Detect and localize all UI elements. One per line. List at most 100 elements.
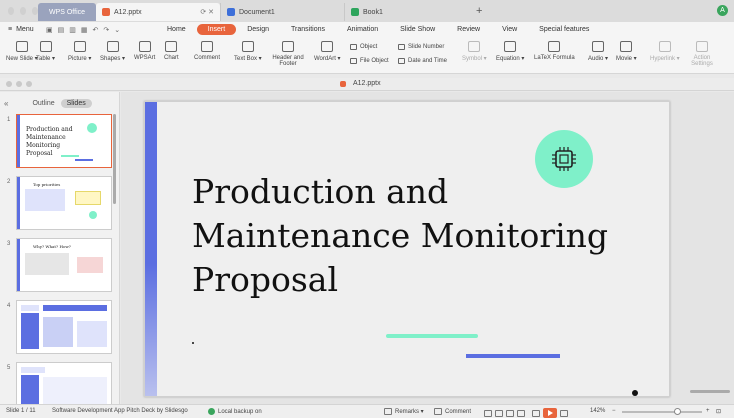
tab-wps-office[interactable]: WPS Office: [38, 3, 96, 21]
chip-badge[interactable]: [535, 130, 593, 188]
tab-animation[interactable]: Animation: [336, 24, 389, 35]
undo-icon[interactable]: ↶: [93, 26, 99, 34]
normal-view-icon[interactable]: [484, 409, 492, 417]
tab-special-features[interactable]: Special features: [528, 24, 600, 35]
slide-title[interactable]: Production and Maintenance Monitoring Pr…: [192, 170, 612, 302]
customize-icon[interactable]: ⌄: [114, 26, 120, 34]
button-label: Chart: [164, 55, 179, 61]
tab-a12-pptx[interactable]: A12.pptx ⟳ ✕: [96, 3, 220, 21]
textbox-button[interactable]: Text Box ▾: [234, 41, 262, 62]
tab-document1[interactable]: Document1: [220, 3, 344, 21]
equation-button[interactable]: Equation ▾: [496, 41, 524, 62]
minimize-window-button[interactable]: [20, 7, 26, 15]
menu-label: Menu: [16, 26, 34, 33]
backup-status[interactable]: Local backup on: [208, 408, 262, 415]
tab-close-icon[interactable]: ⟳ ✕: [200, 8, 214, 16]
hyperlink-button[interactable]: Hyperlink ▾: [650, 41, 680, 62]
theme-name[interactable]: Software Development App Pitch Deck by S…: [52, 408, 188, 414]
date-time-button[interactable]: Date and Time: [398, 58, 447, 64]
picture-button[interactable]: Picture ▾: [68, 41, 91, 62]
print-icon[interactable]: ▥: [69, 26, 76, 34]
table-button[interactable]: Table ▾: [36, 41, 55, 62]
button-label: LaTeX Formula: [534, 55, 575, 61]
new-slide-icon: [15, 41, 28, 52]
comment-button[interactable]: Comment: [194, 41, 220, 61]
collapse-pane-icon[interactable]: «: [4, 99, 8, 108]
new-tab-icon[interactable]: +: [476, 5, 482, 17]
wordart-button[interactable]: WordArt ▾: [314, 41, 341, 62]
slide-thumbnail-5[interactable]: 5: [4, 362, 114, 404]
notes-view-icon[interactable]: [517, 409, 525, 417]
file-object-button[interactable]: File Object: [350, 58, 389, 64]
button-label: Equation ▾: [496, 56, 525, 62]
latex-button[interactable]: LaTeX Formula: [534, 41, 575, 61]
wpsart-button[interactable]: WPSArt: [134, 41, 155, 61]
zoom-level[interactable]: 142%: [590, 408, 605, 414]
zoom-in-icon[interactable]: +: [706, 408, 710, 414]
ribbon-tabs: Home Insert Design Transitions Animation…: [156, 24, 600, 35]
audio-button[interactable]: Audio ▾: [588, 41, 608, 62]
symbol-button[interactable]: Symbol ▾: [462, 41, 487, 62]
slide-thumbnail-4[interactable]: 4: [4, 300, 114, 358]
play-slideshow-button[interactable]: [543, 408, 557, 418]
header-footer-button[interactable]: Header and Footer: [272, 41, 304, 67]
slideshow-settings-icon[interactable]: [532, 409, 540, 417]
movie-button[interactable]: Movie ▾: [616, 41, 637, 62]
chart-button[interactable]: Chart: [164, 41, 179, 61]
close-document-button[interactable]: [6, 81, 12, 87]
reading-view-icon[interactable]: [506, 409, 514, 417]
chip-icon: [552, 147, 576, 171]
thumbnail-sidebar: [21, 375, 39, 404]
fit-window-icon[interactable]: ⊡: [716, 408, 721, 415]
zoom-document-button[interactable]: [26, 81, 32, 87]
export-icon[interactable]: ▤: [58, 26, 65, 34]
tab-label: Book1: [363, 8, 383, 16]
close-window-button[interactable]: [8, 7, 14, 15]
slide-number: 2: [7, 179, 11, 185]
slide-sorter-icon[interactable]: [495, 409, 503, 417]
current-slide[interactable]: Production and Maintenance Monitoring Pr…: [144, 101, 670, 397]
print-preview-icon[interactable]: ▦: [81, 26, 88, 34]
spreadsheet-icon: [351, 8, 359, 16]
comment-toggle[interactable]: Comment: [434, 408, 471, 415]
tab-slides[interactable]: Slides: [60, 98, 92, 108]
canvas-scrollbar[interactable]: [690, 390, 730, 393]
decorative-blue-line: [466, 354, 560, 358]
tab-insert[interactable]: Insert: [196, 24, 237, 35]
menu-button[interactable]: ≡ Menu: [0, 26, 46, 33]
shapes-button[interactable]: Shapes ▾: [100, 41, 125, 62]
avatar[interactable]: A: [717, 5, 728, 16]
tab-slide-show[interactable]: Slide Show: [389, 24, 446, 35]
slide-number-button[interactable]: Slide Number: [398, 44, 444, 50]
minimize-document-button[interactable]: [16, 81, 22, 87]
redo-icon[interactable]: ↷: [103, 26, 109, 34]
thumbnail-header: [43, 305, 107, 311]
presentation-icon: [340, 80, 346, 87]
new-slide-button[interactable]: New Slide ▾: [6, 41, 38, 62]
button-label: File Object: [360, 58, 389, 64]
comment-icon: [201, 41, 213, 52]
zoom-slider-handle[interactable]: [674, 408, 681, 415]
tab-transitions[interactable]: Transitions: [280, 24, 336, 35]
tab-home[interactable]: Home: [156, 24, 197, 35]
slide-thumbnail-1[interactable]: 1 Production and Maintenance Monitoring …: [4, 114, 114, 172]
decorative-black-dot: [632, 390, 638, 396]
tab-view[interactable]: View: [491, 24, 528, 35]
action-settings-button[interactable]: Action Settings: [688, 41, 716, 67]
save-icon[interactable]: ▣: [46, 26, 53, 34]
thumbnails-scrollbar[interactable]: [113, 114, 116, 204]
tab-outline[interactable]: Outline: [26, 99, 60, 108]
tab-label: A12.pptx: [114, 8, 142, 16]
remarks-button[interactable]: Remarks ▾: [384, 408, 424, 415]
quick-access-toolbar: ▣ ▤ ▥ ▦ ↶ ↷ ⌄: [46, 26, 156, 34]
playback-icon[interactable]: [560, 409, 568, 417]
slide-thumbnail-3[interactable]: 3 Why? What? How?: [4, 238, 114, 296]
zoom-out-icon[interactable]: −: [612, 408, 616, 414]
tab-design[interactable]: Design: [236, 24, 280, 35]
window-controls: [0, 7, 38, 15]
tab-review[interactable]: Review: [446, 24, 491, 35]
tab-book1[interactable]: Book1: [344, 3, 468, 21]
zoom-slider[interactable]: [622, 408, 702, 415]
object-button[interactable]: Object: [350, 44, 377, 50]
slide-thumbnail-2[interactable]: 2 Top priorities: [4, 176, 114, 234]
